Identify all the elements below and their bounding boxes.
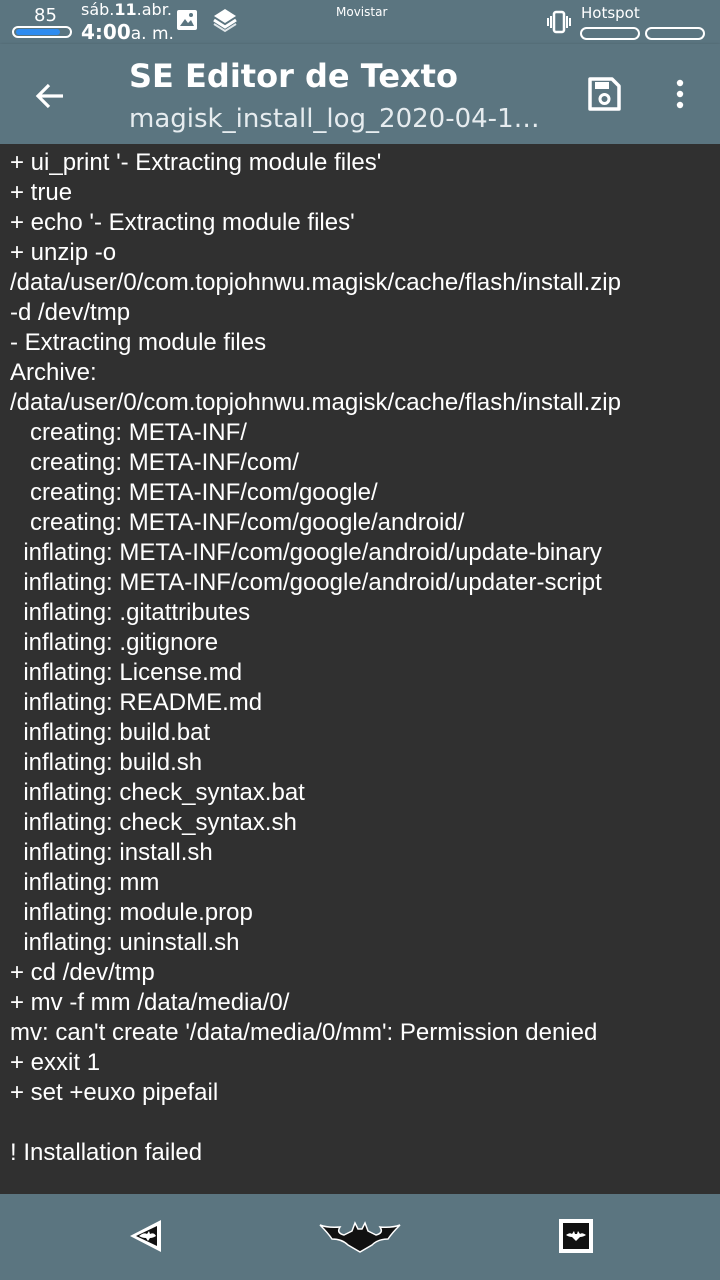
editor-line: Archive:: [10, 359, 97, 386]
editor-line: inflating: META-INF/com/google/android/u…: [10, 539, 602, 566]
editor-line: + ui_print '- Extracting module files': [10, 149, 382, 176]
editor-line: creating: META-INF/com/google/android/: [10, 509, 465, 536]
editor-line: creating: META-INF/com/google/: [10, 479, 378, 506]
back-button[interactable]: [22, 74, 78, 118]
editor-line: ! Installation failed: [10, 1139, 203, 1166]
status-time: 4:00a. m.: [81, 20, 174, 44]
editor-line: inflating: META-INF/com/google/android/u…: [10, 569, 602, 596]
signal-pill-2: [645, 27, 705, 40]
navigation-bar: [0, 1194, 720, 1280]
nav-home-button[interactable]: [318, 1214, 402, 1258]
nav-recents-button[interactable]: [556, 1214, 596, 1258]
battery-level: 85: [34, 5, 57, 26]
editor-line: inflating: README.md: [10, 689, 263, 716]
editor-line: inflating: check_syntax.bat: [10, 779, 305, 806]
battery-fill: [16, 29, 61, 35]
editor-line: creating: META-INF/: [10, 419, 247, 446]
more-vert-icon: [676, 79, 684, 109]
editor-line: inflating: build.sh: [10, 749, 203, 776]
editor-line: /data/user/0/com.topjohnwu.magisk/cache/…: [10, 269, 621, 296]
more-options-button[interactable]: [656, 70, 704, 118]
editor-line: /data/user/0/com.topjohnwu.magisk/cache/…: [10, 389, 621, 416]
save-button[interactable]: [580, 70, 628, 118]
status-date: sáb.11.abr.: [81, 0, 172, 19]
batman-home-icon: [319, 1221, 401, 1253]
text-editor[interactable]: + ui_print '- Extracting module files' + …: [0, 144, 720, 1194]
gallery-notification-icon: [177, 10, 197, 30]
editor-line: + set +euxo pipefail: [10, 1079, 219, 1106]
editor-line: + echo '- Extracting module files': [10, 209, 355, 236]
signal-pill-1: [580, 27, 640, 40]
editor-line: creating: META-INF/com/: [10, 449, 299, 476]
app-title: SE Editor de Texto: [129, 57, 458, 95]
editor-line: inflating: License.md: [10, 659, 243, 686]
app-bar: SE Editor de Texto magisk_install_log_20…: [0, 44, 720, 144]
editor-line: + exxit 1: [10, 1049, 101, 1076]
editor-line: - Extracting module files: [10, 329, 267, 356]
editor-line: inflating: uninstall.sh: [10, 929, 240, 956]
editor-line: inflating: check_syntax.sh: [10, 809, 297, 836]
editor-line: inflating: .gitattributes: [10, 599, 251, 626]
file-name-subtitle: magisk_install_log_2020-04-11…: [129, 104, 549, 134]
editor-line: + unzip -o: [10, 239, 117, 266]
editor-line: inflating: mm: [10, 869, 160, 896]
editor-line: inflating: .gitignore: [10, 629, 219, 656]
carrier-label: Movistar: [336, 5, 388, 19]
status-bar: 85 sáb.11.abr. 4:00a. m. Movistar Hotspo…: [0, 0, 720, 44]
layers-notification-icon: [213, 9, 237, 33]
nav-back-button[interactable]: [126, 1214, 166, 1258]
editor-line: inflating: install.sh: [10, 839, 213, 866]
editor-line: + mv -f mm /data/media/0/: [10, 989, 290, 1016]
editor-line: inflating: build.bat: [10, 719, 211, 746]
vibrate-icon: [547, 10, 571, 34]
editor-line: + true: [10, 179, 73, 206]
batman-back-icon: [130, 1220, 161, 1252]
editor-line: inflating: module.prop: [10, 899, 253, 926]
editor-line: mv: can't create '/data/media/0/mm': Per…: [10, 1019, 598, 1046]
editor-line: + cd /dev/tmp: [10, 959, 155, 986]
editor-line: -d /dev/tmp: [10, 299, 131, 326]
arrow-left-icon: [35, 83, 63, 109]
batman-recents-icon: [559, 1219, 593, 1253]
save-icon: [588, 77, 621, 111]
hotspot-label: Hotspot: [581, 4, 640, 22]
battery-icon: [12, 26, 72, 38]
